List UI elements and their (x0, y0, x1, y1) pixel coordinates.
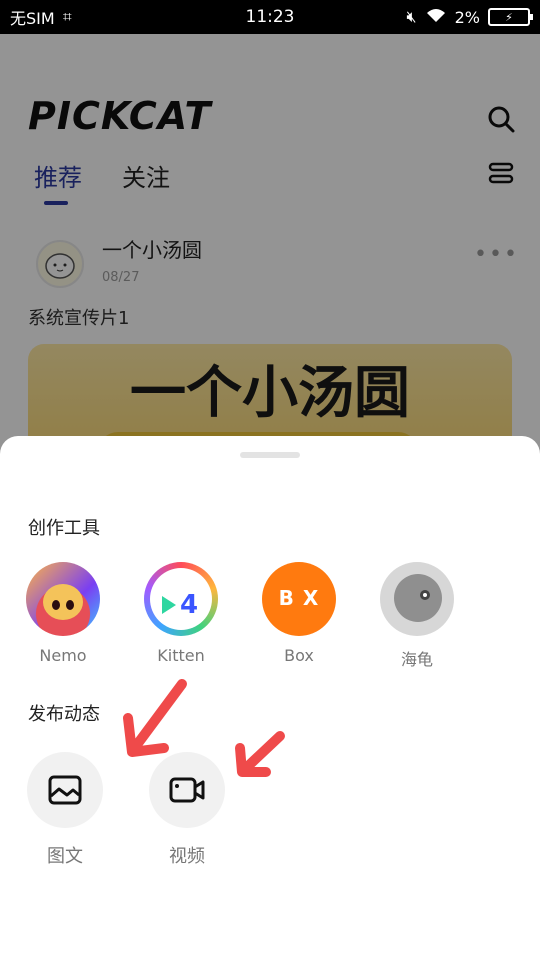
box-logo-text: B X (278, 586, 320, 610)
box-app-icon[interactable]: B X (262, 562, 336, 636)
publish-video-post[interactable]: 视频 (137, 752, 237, 868)
turtle-shell (394, 574, 442, 622)
nemo-left-eye (52, 600, 60, 610)
create-bottom-sheet: 创作工具 Nemo 4 Kitten B X Box 海龟 发布动态 图文 视频 (0, 436, 540, 960)
tool-box[interactable]: B X Box (249, 562, 349, 665)
kitten-play-icon (162, 596, 176, 614)
status-bar: 无SIM ⌗ 11:23 🔇︎ 2% ⚡ (0, 0, 540, 34)
publish-section-title: 发布动态 (28, 704, 100, 725)
image-post-button[interactable] (27, 752, 103, 828)
publish-label-image: 图文 (47, 846, 83, 867)
tool-label-kitten: Kitten (157, 646, 205, 665)
tool-turtle[interactable]: 海龟 (367, 562, 467, 670)
image-post-icon (48, 775, 82, 805)
drag-handle[interactable] (240, 452, 300, 458)
tool-label-turtle: 海龟 (400, 650, 433, 669)
tools-row: Nemo 4 Kitten B X Box 海龟 (0, 562, 540, 674)
publish-image-post[interactable]: 图文 (15, 752, 115, 868)
tool-kitten[interactable]: 4 Kitten (131, 562, 231, 665)
tool-label-nemo: Nemo (39, 646, 87, 665)
publish-label-video: 视频 (169, 846, 205, 867)
tool-label-box: Box (284, 646, 314, 665)
status-time: 11:23 (245, 7, 295, 27)
annotation-arrow-right (235, 731, 285, 777)
annotation-arrow-left (123, 679, 187, 757)
tool-nemo[interactable]: Nemo (13, 562, 113, 665)
battery-icon: ⚡ (488, 8, 533, 26)
nemo-face (43, 584, 83, 620)
video-post-icon (169, 777, 205, 803)
turtle-eye (420, 590, 430, 600)
kitten-app-icon[interactable]: 4 (144, 562, 218, 636)
nemo-right-eye (66, 600, 74, 610)
video-post-button[interactable] (149, 752, 225, 828)
turtle-app-icon[interactable] (380, 562, 454, 636)
nemo-app-icon[interactable] (26, 562, 100, 636)
tools-section-title: 创作工具 (28, 518, 100, 539)
kitten-four-glyph: 4 (180, 590, 199, 620)
